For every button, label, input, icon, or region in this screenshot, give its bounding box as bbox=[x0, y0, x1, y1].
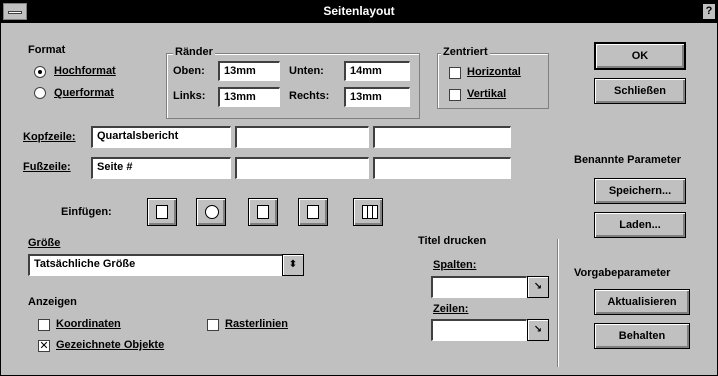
divider bbox=[557, 239, 559, 367]
size-dropdown-arrow-icon[interactable]: ⬍ bbox=[282, 254, 304, 276]
columns-label: Spalten: bbox=[433, 259, 477, 271]
vertical-label: Vertikal bbox=[467, 88, 507, 100]
close-button[interactable]: Schließen bbox=[594, 78, 686, 104]
landscape-label: Querformat bbox=[54, 87, 114, 99]
size-label: Größe bbox=[28, 237, 61, 249]
portrait-label: Hochformat bbox=[54, 65, 116, 77]
gridlines-checkbox[interactable] bbox=[207, 319, 219, 331]
header-center-input[interactable] bbox=[235, 126, 369, 148]
footer-left-input[interactable]: Seite # bbox=[91, 157, 231, 179]
page-count-icon bbox=[307, 205, 319, 219]
print-titles-label: Titel drucken bbox=[418, 235, 487, 247]
footer-right-input[interactable] bbox=[373, 157, 511, 179]
named-params-label: Benannte Parameter bbox=[574, 154, 681, 166]
horizontal-label: Horizontal bbox=[467, 66, 521, 78]
header-right-input[interactable] bbox=[373, 126, 511, 148]
right-margin-input[interactable]: 13mm bbox=[344, 87, 410, 107]
drawn-objects-label: Gezeichnete Objekte bbox=[56, 339, 165, 351]
bottom-margin-label: Unten: bbox=[289, 65, 324, 77]
ok-button[interactable]: OK bbox=[594, 42, 686, 70]
left-margin-input[interactable]: 13mm bbox=[218, 87, 280, 107]
center-label: Zentriert bbox=[441, 46, 490, 58]
insert-label: Einfügen: bbox=[61, 206, 112, 218]
horizontal-checkbox[interactable] bbox=[449, 67, 461, 79]
insert-page-number-button[interactable] bbox=[147, 198, 177, 226]
insert-grid-button[interactable] bbox=[353, 198, 383, 226]
insert-time-button[interactable] bbox=[196, 198, 226, 226]
top-margin-input[interactable]: 13mm bbox=[218, 61, 280, 81]
insert-page-count-button[interactable] bbox=[298, 198, 328, 226]
update-button[interactable]: Aktualisieren bbox=[594, 289, 690, 315]
landscape-radio[interactable] bbox=[34, 87, 46, 99]
grid-icon bbox=[362, 205, 378, 219]
gridlines-label: Rasterlinien bbox=[225, 318, 288, 330]
date-icon bbox=[257, 205, 269, 219]
format-label: Format bbox=[28, 44, 66, 56]
insert-date-button[interactable] bbox=[248, 198, 278, 226]
coordinates-checkbox[interactable] bbox=[38, 319, 50, 331]
margins-label: Ränder bbox=[173, 46, 215, 58]
rows-label: Zeilen: bbox=[433, 303, 469, 315]
help-icon[interactable]: ? bbox=[703, 4, 715, 19]
right-margin-label: Rechts: bbox=[289, 90, 330, 102]
page-layout-dialog: Seitenlayout ? Format Hochformat Querfor… bbox=[0, 0, 718, 376]
size-select[interactable]: Tatsächliche Größe bbox=[28, 254, 304, 276]
columns-arrow-icon[interactable]: ↘ bbox=[527, 276, 549, 298]
window-title: Seitenlayout bbox=[323, 4, 395, 18]
bottom-margin-input[interactable]: 14mm bbox=[344, 61, 410, 81]
default-params-label: Vorgabeparameter bbox=[574, 267, 671, 279]
portrait-radio[interactable] bbox=[34, 66, 46, 78]
title-bar: Seitenlayout ? bbox=[1, 1, 717, 23]
rows-input[interactable] bbox=[431, 319, 527, 341]
clock-icon bbox=[205, 205, 219, 219]
page-number-icon bbox=[156, 205, 168, 219]
header-label: Kopfzeile: bbox=[23, 131, 76, 143]
vertical-checkbox[interactable] bbox=[449, 89, 461, 101]
drawn-objects-checkbox[interactable]: ✕ bbox=[38, 340, 50, 352]
left-margin-label: Links: bbox=[173, 90, 206, 102]
keep-button[interactable]: Behalten bbox=[594, 323, 690, 349]
footer-label: Fußzeile: bbox=[23, 161, 71, 173]
top-margin-label: Oben: bbox=[173, 65, 205, 77]
save-button[interactable]: Speichern... bbox=[594, 178, 686, 204]
header-left-input[interactable]: Quartalsbericht bbox=[91, 126, 231, 148]
rows-arrow-icon[interactable]: ↘ bbox=[527, 319, 549, 341]
load-button[interactable]: Laden... bbox=[594, 212, 686, 238]
display-label: Anzeigen bbox=[28, 296, 77, 308]
coordinates-label: Koordinaten bbox=[56, 318, 121, 330]
footer-center-input[interactable] bbox=[235, 157, 369, 179]
columns-input[interactable] bbox=[431, 276, 527, 298]
